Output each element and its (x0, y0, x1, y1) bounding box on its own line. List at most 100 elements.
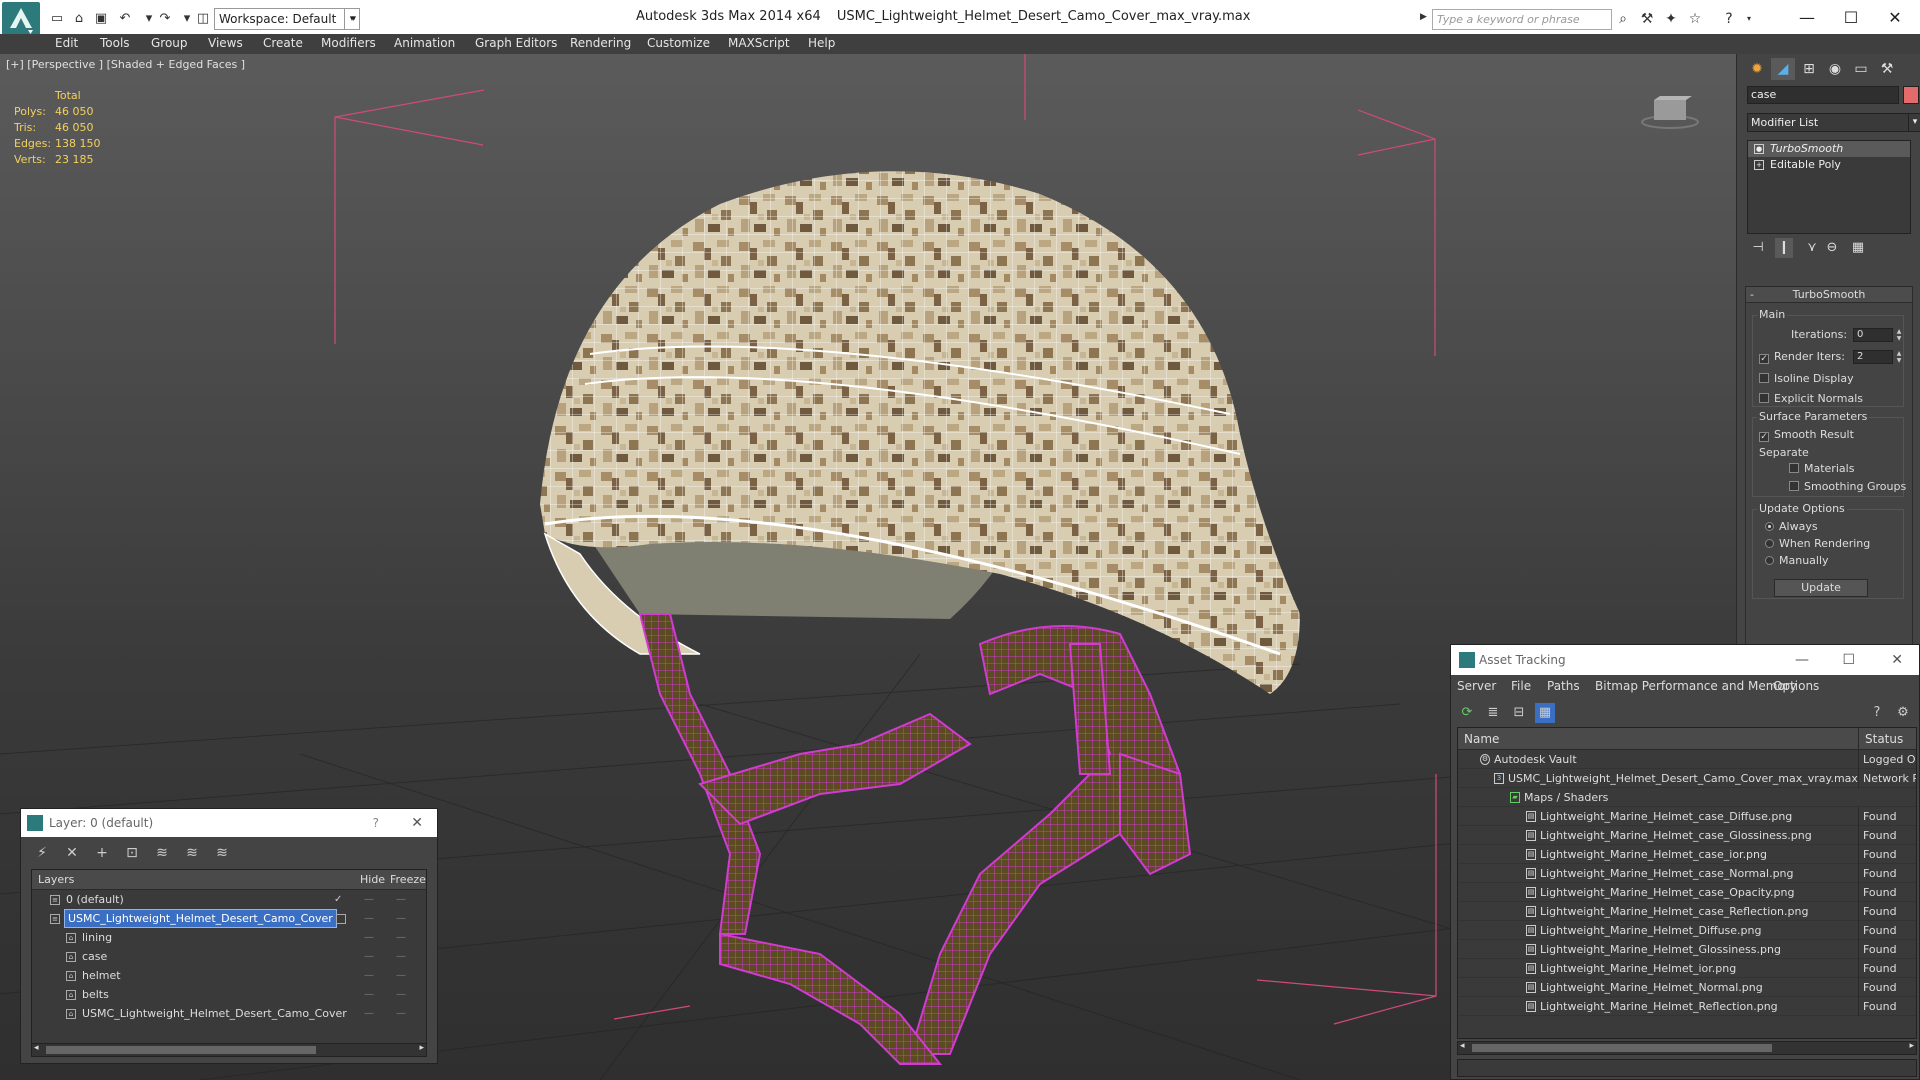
lightbulb-icon[interactable]: ● (1754, 144, 1764, 154)
scroll-right-icon[interactable]: ▸ (419, 1043, 424, 1053)
render-iters-checkbox[interactable]: ✓ Render Iters: (1759, 350, 1845, 364)
menu-paths[interactable]: Paths (1547, 679, 1580, 693)
manually-radio[interactable]: Manually (1765, 554, 1829, 567)
menu-help[interactable]: Help (808, 36, 835, 50)
help-dropdown-icon[interactable]: ▾ (1740, 10, 1758, 28)
search-expand-icon[interactable]: ▶ (1420, 12, 1427, 22)
hide-toggle[interactable]: — (364, 947, 374, 966)
asset-row[interactable]: ▤ Lightweight_Marine_Helmet_case_Reflecti… (1458, 902, 1916, 921)
search-input[interactable]: Type a keyword or phrase (1432, 9, 1612, 30)
set-current-layer-icon[interactable] (336, 914, 346, 924)
layer-row[interactable]: ≡ USMC_Lightweight_Helmet_Desert_Camo_Co… (32, 909, 426, 928)
close-button[interactable]: ✕ (1891, 645, 1903, 675)
hide-all-icon[interactable]: ≋ (181, 843, 203, 863)
asset-row[interactable]: ▤ Lightweight_Marine_Helmet_Diffuse.png Fo… (1458, 921, 1916, 940)
open-file-icon[interactable]: ⌂ (70, 10, 88, 28)
freeze-toggle[interactable]: — (396, 947, 406, 966)
utilities-tab-icon[interactable]: ⚒ (1875, 58, 1899, 80)
scroll-left-icon[interactable]: ◂ (1460, 1041, 1465, 1051)
remove-modifier-icon[interactable]: ⊖ (1823, 238, 1841, 258)
iterations-spinner[interactable]: 0 (1853, 328, 1893, 342)
layer-row[interactable]: ⌂ case — — (32, 947, 426, 966)
add-to-layer-icon[interactable]: + (91, 843, 113, 863)
quick-access-menu-button[interactable]: ▾ (344, 8, 360, 30)
undo-icon[interactable]: ↶ (116, 10, 134, 28)
settings-icon[interactable]: ⚙ (1893, 703, 1913, 723)
explicit-normals-checkbox[interactable]: Explicit Normals (1759, 392, 1863, 405)
hide-toggle[interactable]: — (364, 1004, 374, 1023)
object-name-field[interactable]: case (1747, 86, 1899, 104)
menu-tools[interactable]: Tools (100, 36, 130, 50)
scroll-left-icon[interactable]: ◂ (34, 1043, 39, 1053)
asset-row[interactable]: ▤ Lightweight_Marine_Helmet_Normal.png Fou… (1458, 978, 1916, 997)
subscription-icon[interactable]: ⚒ (1638, 10, 1656, 28)
show-end-result-icon[interactable]: ❙ (1775, 238, 1793, 258)
refresh-icon[interactable]: ⟳ (1457, 703, 1477, 723)
hide-toggle[interactable]: — (364, 966, 374, 985)
menu-animation[interactable]: Animation (394, 36, 455, 50)
hide-toggle[interactable]: — (364, 909, 374, 928)
select-objects-icon[interactable]: ⊡ (121, 843, 143, 863)
asset-row[interactable]: ▤ Lightweight_Marine_Helmet_case_Opacity.… (1458, 883, 1916, 902)
menu-graph-editors[interactable]: Graph Editors (475, 36, 557, 50)
menu-customize[interactable]: Customize (647, 36, 710, 50)
menu-rendering[interactable]: Rendering (570, 36, 631, 50)
asset-row[interactable]: ▤ Lightweight_Marine_Helmet_case_ior.png F… (1458, 845, 1916, 864)
viewcube-icon[interactable] (1640, 92, 1700, 132)
freeze-toggle[interactable]: — (396, 890, 406, 909)
maximize-button[interactable]: ☐ (1842, 645, 1855, 675)
new-file-icon[interactable]: ▭ (48, 10, 66, 28)
help-icon[interactable]: ? (1867, 703, 1887, 723)
tree-view-icon[interactable]: ⊟ (1509, 703, 1529, 723)
freeze-toggle[interactable]: — (396, 1004, 406, 1023)
motion-tab-icon[interactable]: ◉ (1823, 58, 1847, 80)
redo-icon[interactable]: ↷ (156, 10, 174, 28)
create-tab-icon[interactable]: ✹ (1745, 58, 1769, 80)
layer-row[interactable]: ⌂ USMC_Lightweight_Helmet_Desert_Camo_Co… (32, 1004, 426, 1023)
horizontal-scrollbar[interactable]: ◂ ▸ (1457, 1041, 1917, 1055)
table-view-icon[interactable]: ▦ (1535, 703, 1555, 723)
communication-center-icon[interactable]: ✦ (1662, 10, 1680, 28)
expand-plus-icon[interactable]: + (1754, 160, 1764, 170)
hierarchy-tab-icon[interactable]: ⊞ (1797, 58, 1821, 80)
when-rendering-radio[interactable]: When Rendering (1765, 537, 1870, 550)
minimize-button[interactable]: — (1784, 4, 1830, 32)
layer-row[interactable]: ⌂ belts — — (32, 985, 426, 1004)
materials-checkbox[interactable]: Materials (1789, 462, 1854, 475)
freeze-toggle[interactable]: — (396, 966, 406, 985)
hide-toggle[interactable]: — (364, 890, 374, 909)
binoculars-icon[interactable]: ⌕ (1614, 10, 1632, 28)
asset-dialog-titlebar[interactable]: Asset Tracking — ☐ ✕ (1451, 645, 1919, 675)
hide-toggle[interactable]: — (364, 985, 374, 1004)
horizontal-scrollbar[interactable]: ◂ ▸ (31, 1043, 427, 1057)
column-status[interactable]: Status (1858, 728, 1903, 750)
isoline-display-checkbox[interactable]: Isoline Display (1759, 372, 1854, 385)
rollout-header[interactable]: - TurboSmooth (1746, 287, 1912, 303)
layer-row[interactable]: ≡ 0 (default) ✓ — — (32, 890, 426, 909)
asset-row[interactable]: ▤ Lightweight_Marine_Helmet_ior.png Found (1458, 959, 1916, 978)
asset-row[interactable]: ▤ Lightweight_Marine_Helmet_case_Diffuse.… (1458, 807, 1916, 826)
render-iters-spinner[interactable]: 2 (1853, 350, 1893, 364)
always-radio[interactable]: Always (1765, 520, 1818, 533)
menu-create[interactable]: Create (263, 36, 303, 50)
layer-row[interactable]: ⌂ helmet — — (32, 966, 426, 985)
column-freeze[interactable]: Freeze (390, 870, 426, 890)
freeze-toggle[interactable]: — (396, 909, 406, 928)
menu-options[interactable]: Options (1773, 679, 1819, 693)
asset-row[interactable]: 3 USMC_Lightweight_Helmet_Desert_Camo_Co… (1458, 769, 1916, 788)
smooth-result-checkbox[interactable]: ✓ Smooth Result (1759, 428, 1854, 442)
create-layer-icon[interactable]: ⚡ (31, 843, 53, 863)
menu-edit[interactable]: Edit (55, 36, 78, 50)
asset-row[interactable]: ⚙ Autodesk Vault Logged Out (1458, 750, 1916, 769)
asset-row[interactable]: ▰ Maps / Shaders (1458, 788, 1916, 807)
column-name[interactable]: Name (1464, 728, 1499, 750)
layer-dialog-titlebar[interactable]: Layer: 0 (default) ? ✕ (21, 809, 437, 837)
stack-item-turbosmooth[interactable]: ● TurboSmooth (1748, 141, 1910, 157)
menu-maxscript[interactable]: MAXScript (728, 36, 790, 50)
project-folder-icon[interactable]: ◫ (194, 10, 212, 28)
display-tab-icon[interactable]: ▭ (1849, 58, 1873, 80)
workspace-dropdown[interactable]: Workspace: Default ▾ (214, 8, 360, 30)
modify-tab-icon[interactable]: ◢ (1771, 58, 1795, 80)
make-unique-icon[interactable]: ⋎ (1803, 238, 1821, 258)
list-view-icon[interactable]: ≣ (1483, 703, 1503, 723)
